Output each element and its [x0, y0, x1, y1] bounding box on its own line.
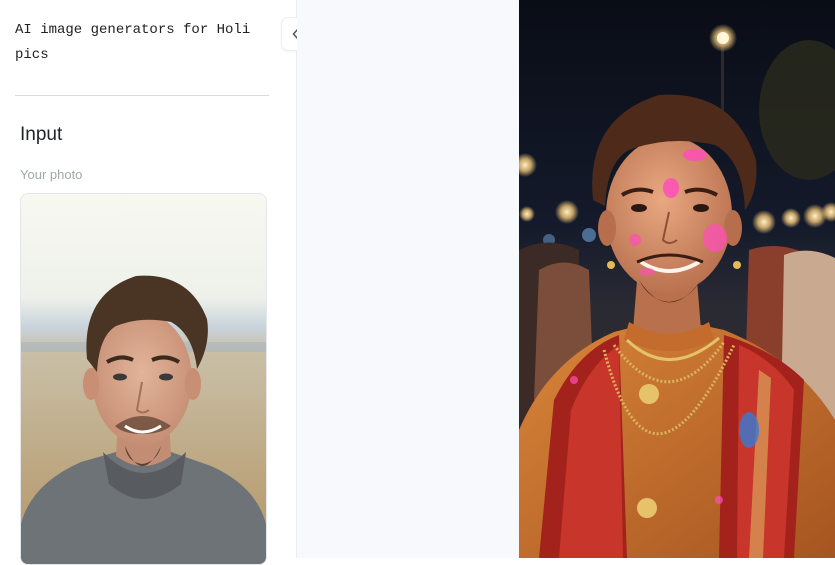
input-photo-illustration: [21, 194, 266, 564]
input-photo[interactable]: [20, 193, 267, 565]
sidebar: AI image generators for Holi pics Input …: [0, 0, 297, 565]
section-heading-input: Input: [20, 124, 63, 145]
generated-image-illustration: [519, 0, 835, 558]
generated-image[interactable]: [519, 0, 835, 558]
main-canvas: [297, 0, 519, 558]
app-title: AI image generators for Holi pics: [15, 22, 251, 63]
divider: [15, 95, 269, 96]
photo-field-label: Your photo: [20, 167, 83, 182]
